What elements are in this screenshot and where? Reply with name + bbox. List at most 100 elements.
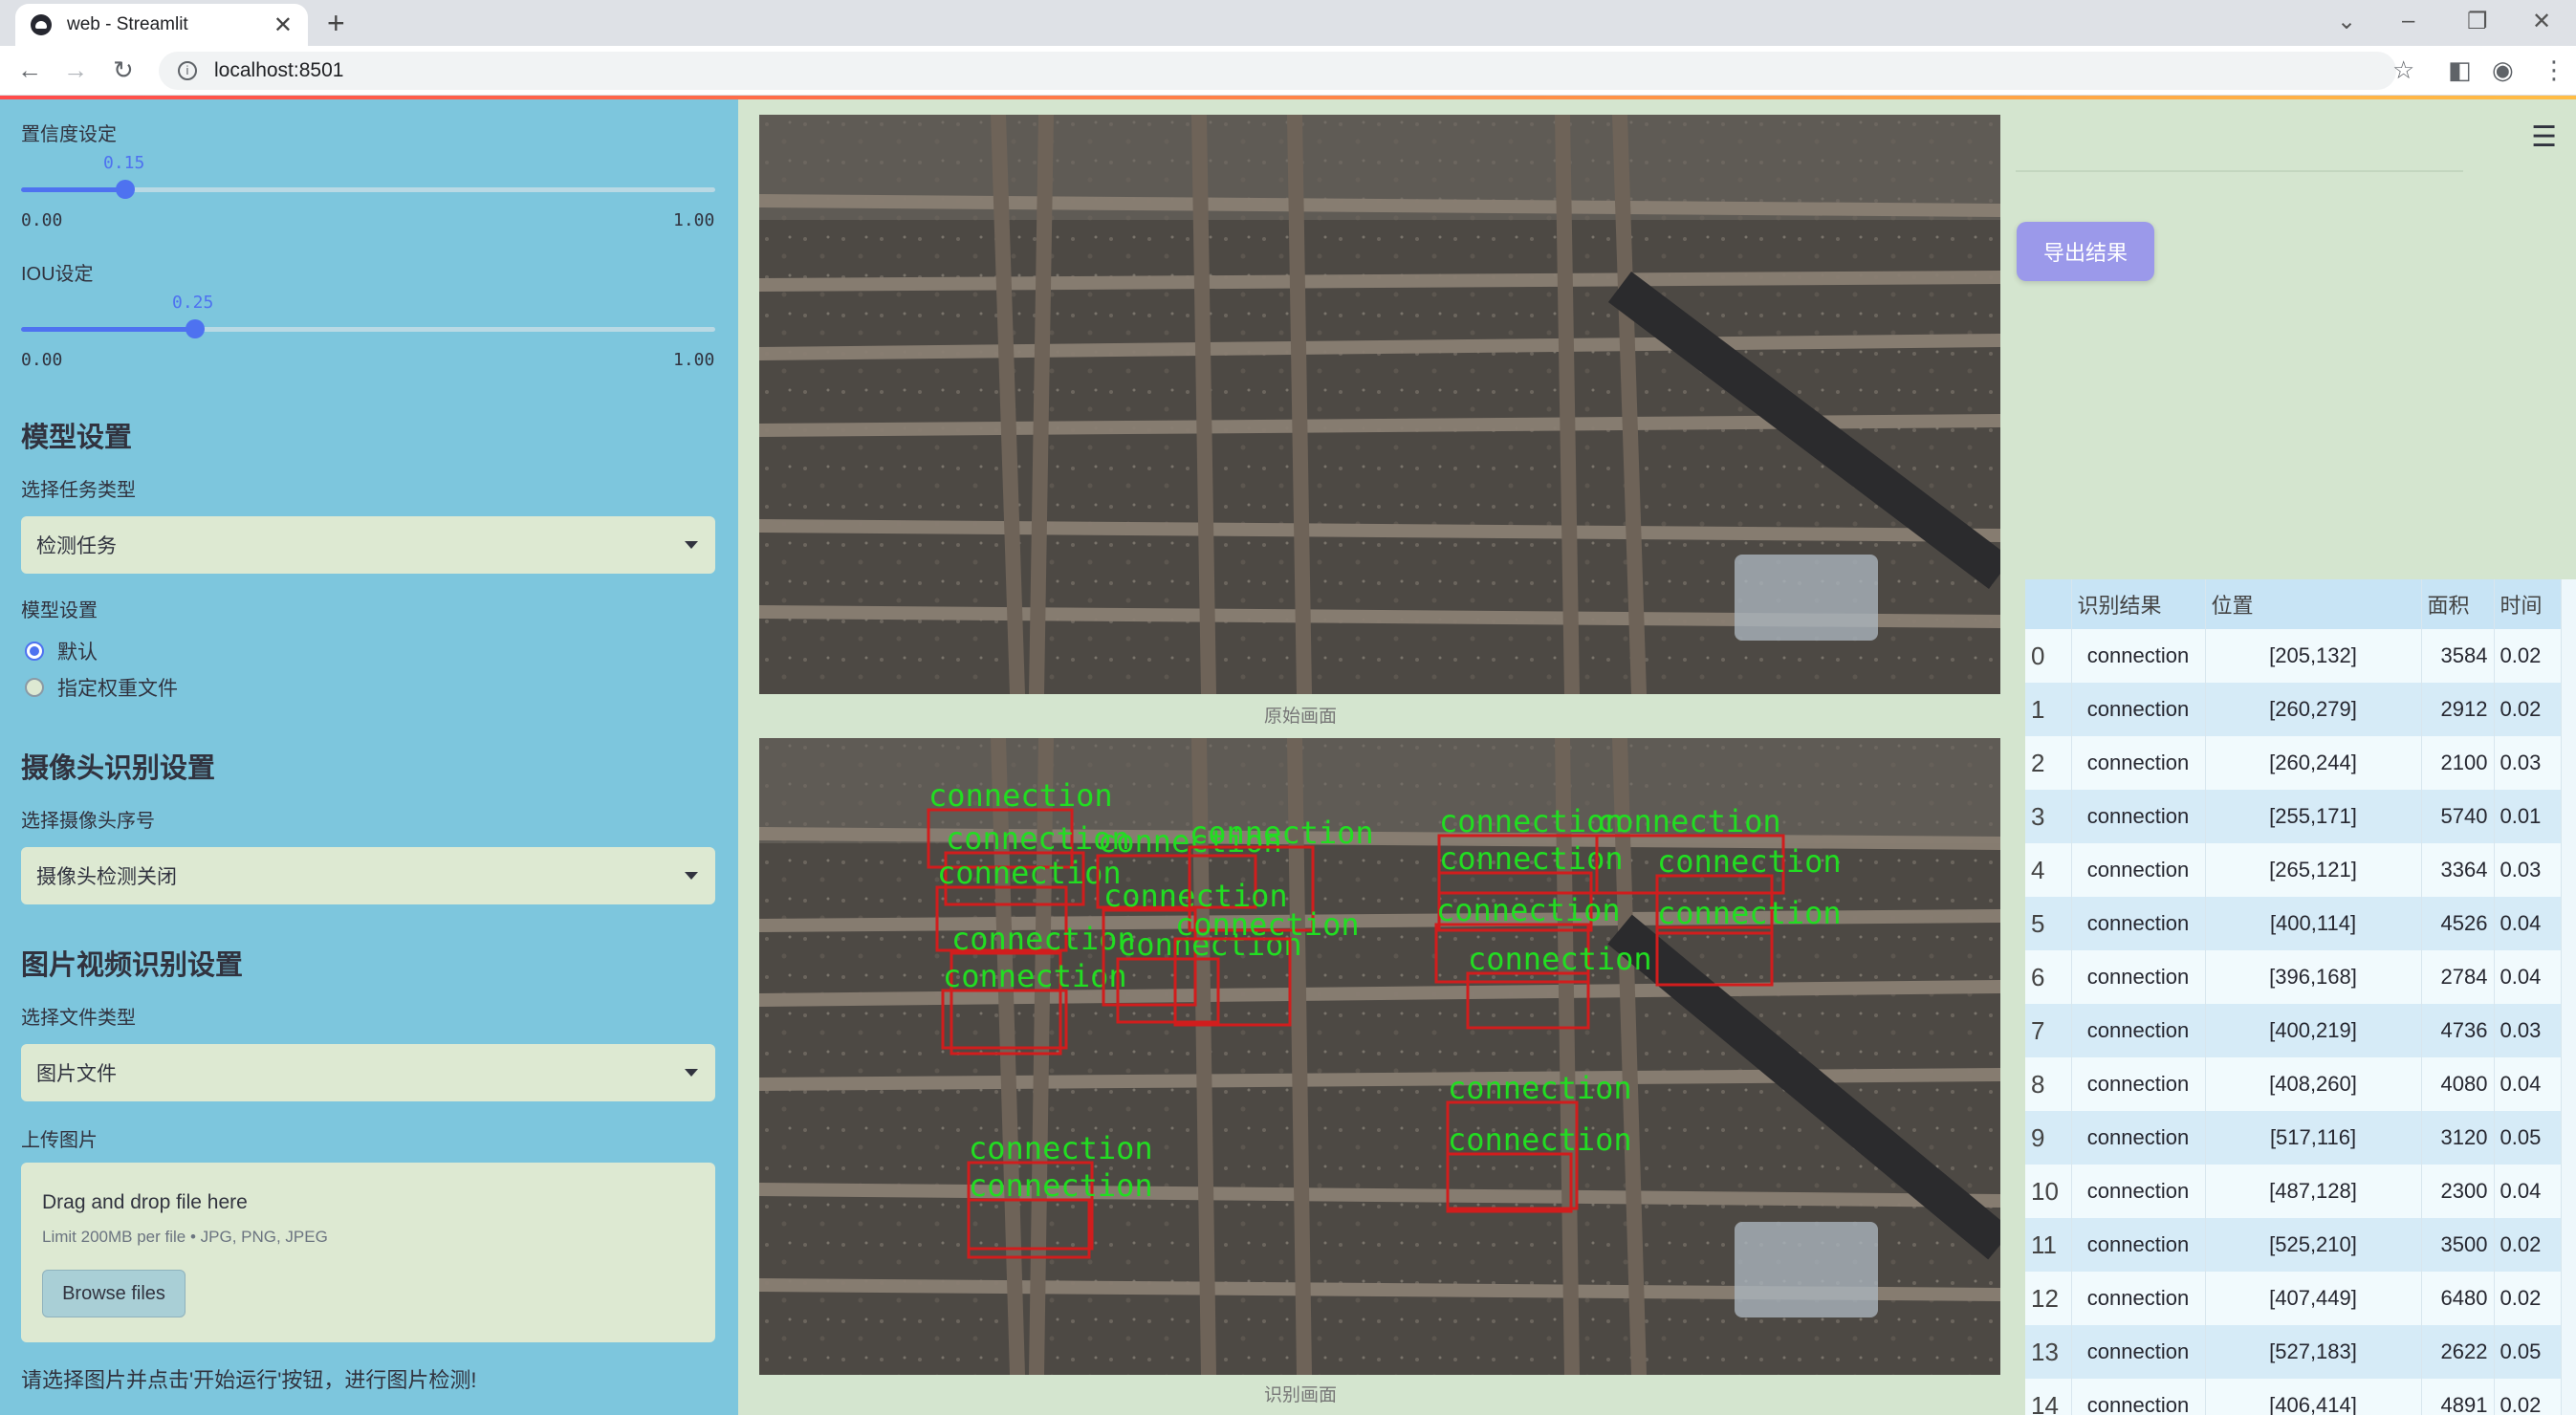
minimize-icon[interactable]: – [2402, 8, 2414, 34]
iou-slider-thumb[interactable] [186, 319, 205, 338]
new-tab-icon[interactable]: + [327, 6, 345, 41]
cell-time: 0.05 [2494, 1325, 2562, 1379]
browser-menu-icon[interactable]: ⋮ [2542, 55, 2566, 85]
header-class[interactable]: 识别结果 [2071, 579, 2206, 629]
cell-index: 14 [2025, 1379, 2072, 1415]
original-image [759, 115, 2000, 694]
table-row[interactable]: 10 connection [487,128] 2300 0.04 [2025, 1165, 2562, 1218]
detection-label: connection [1468, 941, 1652, 977]
cell-class: connection [2071, 683, 2206, 736]
cell-position: [406,414] [2205, 1379, 2422, 1415]
header-area[interactable]: 面积 [2421, 579, 2495, 629]
profile-avatar-icon[interactable]: ◉ [2492, 55, 2514, 85]
table-row[interactable]: 5 connection [400,114] 4526 0.04 [2025, 897, 2562, 950]
bookmark-star-icon[interactable]: ☆ [2392, 55, 2414, 85]
camera-index-value: 摄像头检测关闭 [36, 866, 177, 888]
cell-class: connection [2071, 950, 2206, 1004]
model-section-heading: 模型设置 [21, 423, 133, 453]
cell-position: [487,128] [2205, 1165, 2422, 1218]
cell-position: [517,116] [2205, 1111, 2422, 1165]
table-row[interactable]: 4 connection [265,121] 3364 0.03 [2025, 843, 2562, 897]
radio-custom-weights[interactable]: 指定权重文件 [25, 673, 178, 702]
table-row[interactable]: 14 connection [406,414] 4891 0.02 [2025, 1379, 2562, 1415]
header-index[interactable] [2025, 579, 2072, 629]
task-type-select[interactable]: 检测任务 [21, 516, 715, 574]
cell-position: [265,121] [2205, 843, 2422, 897]
cell-time: 0.04 [2494, 1057, 2562, 1111]
cell-class: connection [2071, 1111, 2206, 1165]
header-time[interactable]: 时间 [2494, 579, 2562, 629]
file-type-value: 图片文件 [36, 1063, 117, 1085]
detection-label: connection [943, 958, 1127, 994]
file-uploader-dropzone[interactable]: Drag and drop file here Limit 200MB per … [21, 1163, 715, 1342]
table-row[interactable]: 1 connection [260,279] 2912 0.02 [2025, 683, 2562, 736]
instruction-text: 请选择图片并点击'开始运行'按钮，进行图片检测! [21, 1368, 477, 1392]
reload-icon[interactable]: ↻ [113, 55, 134, 85]
file-type-select[interactable]: 图片文件 [21, 1044, 715, 1101]
radio-default-label: 默认 [57, 642, 98, 664]
cell-time: 0.04 [2494, 897, 2562, 950]
window-close-icon[interactable]: ✕ [2532, 8, 2551, 35]
hamburger-menu-icon[interactable]: ☰ [2531, 120, 2557, 154]
tab-search-icon[interactable]: ⌄ [2337, 8, 2356, 35]
detection-label: connection [1657, 895, 1842, 931]
cell-time: 0.02 [2494, 1379, 2562, 1415]
cell-area: 3500 [2421, 1218, 2495, 1272]
table-row[interactable]: 3 connection [255,171] 5740 0.01 [2025, 790, 2562, 843]
table-row[interactable]: 0 connection [205,132] 3584 0.02 [2025, 629, 2562, 683]
conf-slider-max: 1.00 [673, 210, 715, 230]
site-info-icon[interactable]: i [178, 61, 197, 80]
forward-icon[interactable]: → [63, 55, 88, 85]
address-bar[interactable]: i localhost:8501 [159, 52, 2396, 90]
table-row[interactable]: 7 connection [400,219] 4736 0.03 [2025, 1004, 2562, 1057]
detection-label: connection [1436, 892, 1621, 928]
model-setting-label: 模型设置 [21, 600, 98, 621]
tab-close-icon[interactable]: ✕ [273, 11, 293, 39]
detection-label: connection [1448, 1070, 1632, 1106]
cell-area: 5740 [2421, 790, 2495, 843]
cell-position: [255,171] [2205, 790, 2422, 843]
cell-class: connection [2071, 1272, 2206, 1325]
conf-slider-value: 0.15 [103, 153, 145, 173]
browser-tab[interactable]: web - Streamlit ✕ [15, 4, 308, 46]
conf-slider[interactable] [21, 180, 715, 199]
table-row[interactable]: 11 connection [525,210] 3500 0.02 [2025, 1218, 2562, 1272]
camera-index-select[interactable]: 摄像头检测关闭 [21, 847, 715, 904]
divider-line [2016, 170, 2463, 172]
export-results-button[interactable]: 导出结果 [2017, 222, 2154, 281]
cell-area: 3120 [2421, 1111, 2495, 1165]
restore-icon[interactable]: ❐ [2467, 8, 2488, 35]
table-row[interactable]: 8 connection [408,260] 4080 0.04 [2025, 1057, 2562, 1111]
cell-class: connection [2071, 1057, 2206, 1111]
cell-time: 0.02 [2494, 1218, 2562, 1272]
task-type-value: 检测任务 [36, 535, 117, 557]
browse-files-button[interactable]: Browse files [42, 1270, 186, 1317]
result-caption: 识别画面 [1263, 1385, 1337, 1405]
detection-label: connection [951, 921, 1136, 957]
iou-slider-min: 0.00 [21, 350, 63, 370]
results-table[interactable]: 识别结果 位置 面积 时间 0 connection [205,132] 3584 0.… [2025, 579, 2576, 1415]
cell-index: 6 [2025, 950, 2072, 1004]
detection-label: connection [928, 777, 1113, 814]
detection-label: connection [969, 1130, 1153, 1166]
back-icon[interactable]: ← [17, 55, 42, 85]
cell-position: [407,449] [2205, 1272, 2422, 1325]
table-row[interactable]: 2 connection [260,244] 2100 0.03 [2025, 736, 2562, 790]
iou-slider[interactable] [21, 319, 715, 338]
header-position[interactable]: 位置 [2205, 579, 2422, 629]
table-row[interactable]: 6 connection [396,168] 2784 0.04 [2025, 950, 2562, 1004]
cell-index: 0 [2025, 629, 2072, 683]
radio-default[interactable]: 默认 [25, 637, 98, 665]
table-row[interactable]: 13 connection [527,183] 2622 0.05 [2025, 1325, 2562, 1379]
cell-index: 11 [2025, 1218, 2072, 1272]
table-row[interactable]: 9 connection [517,116] 3120 0.05 [2025, 1111, 2562, 1165]
cell-index: 12 [2025, 1272, 2072, 1325]
upload-limit-text: Limit 200MB per file • JPG, PNG, JPEG [42, 1228, 328, 1246]
chevron-down-icon [685, 872, 698, 880]
conf-slider-thumb[interactable] [116, 180, 135, 199]
side-panel-icon[interactable]: ◧ [2448, 55, 2472, 85]
table-row[interactable]: 12 connection [407,449] 6480 0.02 [2025, 1272, 2562, 1325]
original-caption: 原始画面 [1263, 707, 1337, 727]
cell-index: 1 [2025, 683, 2072, 736]
cell-area: 2622 [2421, 1325, 2495, 1379]
